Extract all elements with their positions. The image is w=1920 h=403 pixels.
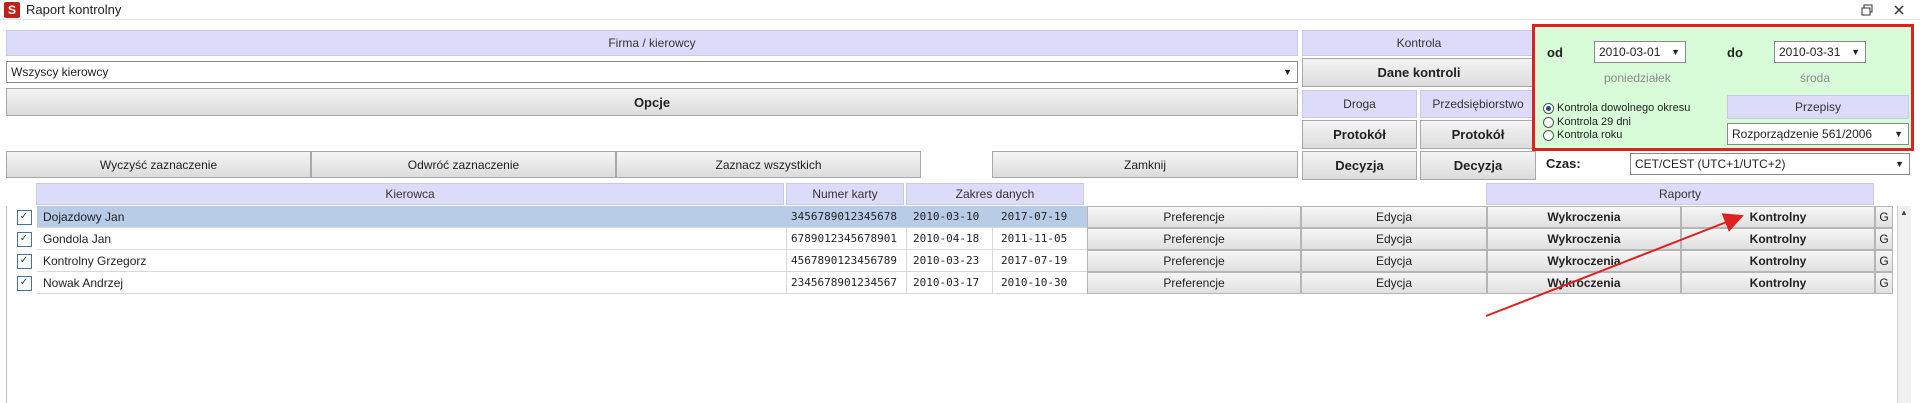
row-checkbox-cell[interactable]: ✓ [11, 272, 37, 294]
protokol-przedsiebiorstwo-button[interactable]: Protokół [1420, 120, 1536, 149]
col-header-kierowca[interactable]: Kierowca [36, 183, 784, 205]
decyzja-przedsiebiorstwo-button[interactable]: Decyzja [1420, 151, 1536, 180]
firma-header: Firma / kierowcy [6, 30, 1298, 56]
to-date-value: 2010-03-31 [1779, 45, 1841, 59]
preferences-button[interactable]: Preferencje [1087, 272, 1301, 294]
chevron-down-icon: ▼ [1894, 129, 1903, 139]
to-label: do [1727, 45, 1743, 60]
g-button[interactable]: G [1875, 206, 1893, 228]
annotation-arrow [1485, 213, 1744, 317]
radio-any-period-label: Kontrola dowolnego okresu [1557, 102, 1691, 114]
g-button[interactable]: G [1875, 272, 1893, 294]
driver-select-value: Wszyscy kierowcy [11, 65, 109, 79]
row-checkbox-cell[interactable]: ✓ [11, 250, 37, 272]
app-logo-icon: S [4, 2, 20, 18]
data-from: 2010-03-23 [907, 250, 993, 272]
radio-unchecked-icon [1543, 129, 1554, 141]
driver-name: Dojazdowy Jan [37, 206, 787, 228]
kontrola-header: Kontrola [1302, 30, 1536, 56]
period-panel: od 2010-03-01 ▼ poniedziałek do 2010-03-… [1532, 24, 1914, 151]
invert-selection-button[interactable]: Odwróć zaznaczenie [311, 151, 616, 178]
card-number: 4567890123456789 [787, 250, 907, 272]
data-to: 2017-07-19 [993, 250, 1087, 272]
g-button[interactable]: G [1875, 250, 1893, 272]
data-to: 2017-07-19 [993, 206, 1087, 228]
radio-29-days-label: Kontrola 29 dni [1557, 116, 1631, 128]
edit-button[interactable]: Edycja [1301, 228, 1487, 250]
radio-unchecked-icon [1543, 116, 1554, 128]
scroll-up-icon[interactable]: ▲ [1900, 208, 1908, 217]
to-date-picker[interactable]: 2010-03-31 ▼ [1774, 41, 1866, 63]
from-label: od [1547, 45, 1563, 60]
preferences-button[interactable]: Preferencje [1087, 228, 1301, 250]
preferences-button[interactable]: Preferencje [1087, 206, 1301, 228]
driver-select[interactable]: Wszyscy kierowcy ▼ [6, 61, 1298, 83]
control-data-button[interactable]: Dane kontroli [1302, 58, 1536, 87]
from-date-value: 2010-03-01 [1599, 45, 1661, 59]
period-radio-group: Kontrola dowolnego okresu Kontrola 29 dn… [1543, 102, 1723, 144]
radio-year-label: Kontrola roku [1557, 129, 1623, 141]
g-button[interactable]: G [1875, 228, 1893, 250]
from-date-picker[interactable]: 2010-03-01 ▼ [1594, 41, 1686, 63]
card-number: 6789012345678901 [787, 228, 907, 250]
row-checkbox-cell[interactable]: ✓ [11, 206, 37, 228]
droga-header: Droga [1302, 90, 1417, 118]
select-all-button[interactable]: Zaznacz wszystkich [616, 151, 921, 178]
timezone-select-value: CET/CEST (UTC+1/UTC+2) [1635, 157, 1786, 171]
col-header-zakres-danych[interactable]: Zakres danych [906, 183, 1084, 205]
przepisy-header: Przepisy [1727, 95, 1909, 119]
edit-button[interactable]: Edycja [1301, 272, 1487, 294]
chevron-down-icon: ▼ [1851, 47, 1860, 57]
przepisy-select[interactable]: Rozporządzenie 561/2006 ▼ [1727, 123, 1909, 145]
radio-any-period[interactable]: Kontrola dowolnego okresu [1543, 102, 1690, 114]
checkbox[interactable]: ✓ [16, 209, 32, 225]
edit-button[interactable]: Edycja [1301, 206, 1487, 228]
col-header-numer-karty[interactable]: Numer karty [786, 183, 904, 205]
radio-checked-icon [1543, 102, 1554, 114]
data-to: 2011-11-05 [993, 228, 1087, 250]
timezone-select[interactable]: CET/CEST (UTC+1/UTC+2) ▼ [1630, 153, 1910, 175]
card-number: 3456789012345678 [787, 206, 907, 228]
czas-label: Czas: [1546, 156, 1581, 171]
checkbox[interactable]: ✓ [16, 275, 32, 291]
clear-selection-button[interactable]: Wyczyść zaznaczenie [6, 151, 311, 178]
chevron-down-icon: ▼ [1895, 159, 1904, 169]
checkbox[interactable]: ✓ [16, 253, 32, 269]
card-number: 2345678901234567 [787, 272, 907, 294]
chevron-down-icon: ▼ [1283, 67, 1292, 77]
close-button[interactable]: Zamknij [992, 151, 1298, 178]
restore-icon[interactable] [1860, 3, 1874, 17]
preferences-button[interactable]: Preferencje [1087, 250, 1301, 272]
close-icon[interactable] [1892, 3, 1906, 17]
driver-name: Gondola Jan [37, 228, 787, 250]
radio-29-days[interactable]: Kontrola 29 dni [1543, 116, 1631, 128]
przedsiebiorstwo-header: Przedsiębiorstwo [1420, 90, 1536, 118]
vertical-scrollbar[interactable]: ▲ [1897, 206, 1911, 403]
window-title: Raport kontrolny [26, 2, 122, 17]
options-button[interactable]: Opcje [6, 88, 1298, 116]
przepisy-select-value: Rozporządzenie 561/2006 [1732, 127, 1873, 141]
data-from: 2010-03-17 [907, 272, 993, 294]
protokol-droga-button[interactable]: Protokół [1302, 120, 1417, 149]
data-from: 2010-04-18 [907, 228, 993, 250]
driver-name: Kontrolny Grzegorz [37, 250, 787, 272]
edit-button[interactable]: Edycja [1301, 250, 1487, 272]
driver-name: Nowak Andrzej [37, 272, 787, 294]
data-to: 2010-10-30 [993, 272, 1087, 294]
title-bar: S Raport kontrolny [0, 0, 1920, 20]
to-day-label: środa [1800, 71, 1831, 85]
data-from: 2010-03-10 [907, 206, 993, 228]
from-day-label: poniedziałek [1604, 71, 1671, 85]
radio-year[interactable]: Kontrola roku [1543, 129, 1622, 141]
chevron-down-icon: ▼ [1671, 47, 1680, 57]
checkbox[interactable]: ✓ [16, 231, 32, 247]
decyzja-droga-button[interactable]: Decyzja [1302, 151, 1417, 180]
row-checkbox-cell[interactable]: ✓ [11, 228, 37, 250]
